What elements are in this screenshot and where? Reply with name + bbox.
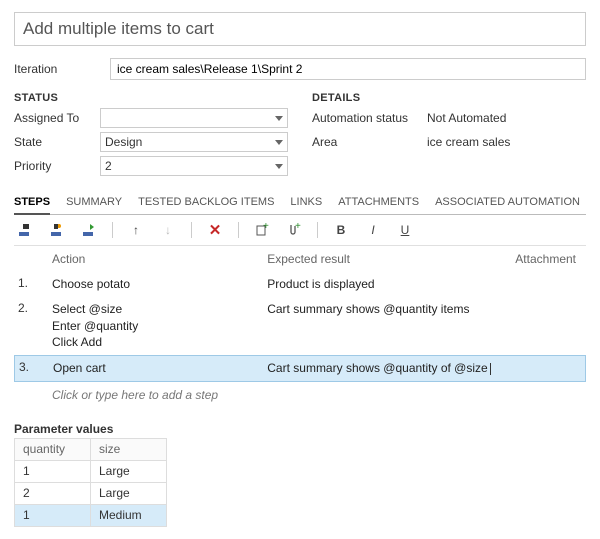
param-col-size: size bbox=[91, 438, 167, 460]
priority-dropdown[interactable]: 2 bbox=[100, 156, 288, 176]
title-input[interactable] bbox=[14, 12, 586, 46]
iteration-label: Iteration bbox=[14, 62, 100, 76]
param-cell-quantity[interactable]: 2 bbox=[15, 482, 91, 504]
add-attachment-icon[interactable]: + bbox=[285, 221, 303, 239]
iteration-input[interactable] bbox=[110, 58, 586, 80]
chevron-down-icon bbox=[275, 116, 283, 121]
automation-status-label: Automation status bbox=[312, 111, 422, 125]
param-row[interactable]: 1Medium bbox=[15, 504, 167, 526]
parameter-values-table: quantitysize 1Large2Large1Medium bbox=[14, 438, 167, 527]
tab-attachments[interactable]: ATTACHMENTS bbox=[338, 192, 419, 214]
param-cell-quantity[interactable]: 1 bbox=[15, 504, 91, 526]
move-up-icon[interactable]: ↑ bbox=[127, 221, 145, 239]
step-action-cell[interactable]: Choose potato bbox=[52, 276, 267, 293]
param-row[interactable]: 1Large bbox=[15, 460, 167, 482]
area-dropdown[interactable]: ice cream sales bbox=[422, 132, 586, 152]
status-header: STATUS bbox=[14, 92, 288, 104]
automation-status-dropdown[interactable]: Not Automated bbox=[422, 108, 586, 128]
delete-icon[interactable]: ✕ bbox=[206, 221, 224, 239]
add-step-placeholder[interactable]: Click or type here to add a step bbox=[14, 382, 586, 408]
parameter-values-header: Parameter values bbox=[14, 422, 586, 436]
tab-tested-backlog-items[interactable]: TESTED BACKLOG ITEMS bbox=[138, 192, 274, 214]
param-cell-size[interactable]: Large bbox=[91, 460, 167, 482]
separator bbox=[191, 222, 192, 238]
param-col-quantity: quantity bbox=[15, 438, 91, 460]
state-label: State bbox=[14, 135, 100, 149]
step-expected-cell[interactable]: Cart summary shows @quantity of @size bbox=[267, 360, 501, 377]
add-parameter-icon[interactable]: + bbox=[253, 221, 271, 239]
insert-shared-step-icon[interactable] bbox=[48, 221, 66, 239]
tab-steps[interactable]: STEPS bbox=[14, 192, 50, 214]
area-label: Area bbox=[312, 135, 422, 149]
attachment-col-header: Attachment bbox=[502, 252, 582, 266]
tab-links[interactable]: LINKS bbox=[290, 192, 322, 214]
create-shared-steps-icon[interactable] bbox=[80, 221, 98, 239]
step-number: 2. bbox=[18, 301, 52, 315]
separator bbox=[317, 222, 318, 238]
step-row[interactable]: 3.Open cartCart summary shows @quantity … bbox=[14, 355, 586, 382]
state-dropdown[interactable]: Design bbox=[100, 132, 288, 152]
italic-button[interactable]: I bbox=[364, 221, 382, 239]
tab-bar: STEPS SUMMARY TESTED BACKLOG ITEMS LINKS ATT… bbox=[14, 192, 586, 215]
bold-button[interactable]: B bbox=[332, 221, 350, 239]
chevron-down-icon bbox=[275, 164, 283, 169]
step-action-cell[interactable]: Select @sizeEnter @quantityClick Add bbox=[52, 301, 267, 351]
svg-text:+: + bbox=[295, 222, 301, 232]
assigned-to-dropdown[interactable] bbox=[100, 108, 288, 128]
move-down-icon[interactable]: ↓ bbox=[159, 221, 177, 239]
details-header: DETAILS bbox=[312, 92, 586, 104]
step-number: 3. bbox=[19, 360, 53, 374]
chevron-down-icon bbox=[275, 140, 283, 145]
steps-columns-header: Action Expected result Attachment bbox=[14, 246, 586, 272]
param-cell-size[interactable]: Large bbox=[91, 482, 167, 504]
assigned-to-label: Assigned To bbox=[14, 111, 100, 125]
step-row[interactable]: 2.Select @sizeEnter @quantityClick AddCa… bbox=[14, 297, 586, 355]
param-row[interactable]: 2Large bbox=[15, 482, 167, 504]
step-number: 1. bbox=[18, 276, 52, 290]
step-action-cell[interactable]: Open cart bbox=[53, 360, 267, 377]
param-cell-quantity[interactable]: 1 bbox=[15, 460, 91, 482]
underline-button[interactable]: U bbox=[396, 221, 414, 239]
tab-summary[interactable]: SUMMARY bbox=[66, 192, 122, 214]
action-col-header: Action bbox=[52, 252, 267, 266]
separator bbox=[112, 222, 113, 238]
step-expected-cell[interactable]: Cart summary shows @quantity items bbox=[267, 301, 502, 318]
separator bbox=[238, 222, 239, 238]
expected-col-header: Expected result bbox=[267, 252, 502, 266]
steps-toolbar: ↑ ↓ ✕ + + B I U bbox=[14, 215, 586, 246]
svg-text:+: + bbox=[263, 222, 269, 232]
insert-step-icon[interactable] bbox=[16, 221, 34, 239]
priority-label: Priority bbox=[14, 159, 100, 173]
param-cell-size[interactable]: Medium bbox=[91, 504, 167, 526]
step-expected-cell[interactable]: Product is displayed bbox=[267, 276, 502, 293]
step-row[interactable]: 1.Choose potatoProduct is displayed bbox=[14, 272, 586, 297]
tab-associated-automation[interactable]: ASSOCIATED AUTOMATION bbox=[435, 192, 580, 214]
